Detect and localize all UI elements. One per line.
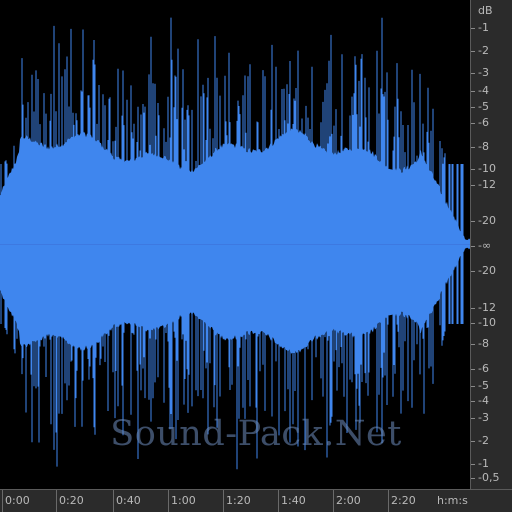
time-label: 2:20	[391, 494, 416, 507]
time-label: 0:40	[116, 494, 141, 507]
db-label: -8	[478, 140, 489, 153]
db-label: -1	[478, 21, 489, 34]
db-label: -∞	[478, 239, 492, 252]
time-ruler[interactable]: 0:00 0:20 0:40 1:00 1:20 1:40 2:00 2:20 h:m:s	[0, 489, 512, 512]
db-tick	[471, 123, 475, 124]
db-tick	[471, 185, 475, 186]
db-tick	[471, 91, 475, 92]
time-tick	[2, 490, 3, 512]
db-label: -10	[478, 316, 496, 329]
db-label: -4	[478, 84, 489, 97]
db-label: -20	[478, 214, 496, 227]
db-label: -5	[478, 379, 489, 392]
time-tick	[223, 490, 224, 512]
time-label: 1:00	[171, 494, 196, 507]
time-tick	[278, 490, 279, 512]
db-tick	[471, 386, 475, 387]
time-tick	[56, 490, 57, 512]
db-label: -4	[478, 394, 489, 407]
db-tick	[471, 464, 475, 465]
db-tick	[471, 246, 475, 247]
time-label: 0:20	[59, 494, 84, 507]
db-tick	[471, 169, 475, 170]
time-tick	[113, 490, 114, 512]
db-label: -1	[478, 457, 489, 470]
db-tick	[471, 221, 475, 222]
db-tick	[471, 147, 475, 148]
db-label: -2	[478, 44, 489, 57]
time-tick	[333, 490, 334, 512]
db-tick	[471, 28, 475, 29]
db-tick	[471, 401, 475, 402]
db-label: -3	[478, 66, 489, 79]
db-scale: dB -1 -2 -3 -4 -5 -6 -8 -10 -12 -20 -∞ -20 -12 -10 -8 -…	[470, 0, 512, 489]
db-label: -2	[478, 434, 489, 447]
db-tick	[471, 73, 475, 74]
db-label: -12	[478, 301, 496, 314]
db-label: -5	[478, 100, 489, 113]
db-label: -6	[478, 116, 489, 129]
time-label: 1:20	[226, 494, 251, 507]
db-unit-label: dB	[478, 4, 493, 17]
db-tick	[471, 418, 475, 419]
db-tick	[471, 369, 475, 370]
db-tick	[471, 323, 475, 324]
db-label: -20	[478, 264, 496, 277]
db-tick	[471, 478, 475, 479]
db-tick	[471, 308, 475, 309]
time-unit-label: h:m:s	[437, 494, 468, 507]
db-tick	[471, 344, 475, 345]
time-label: 0:00	[5, 494, 30, 507]
time-tick	[168, 490, 169, 512]
db-tick	[471, 271, 475, 272]
db-tick	[471, 107, 475, 108]
db-tick	[471, 51, 475, 52]
time-tick	[388, 490, 389, 512]
time-label: 1:40	[281, 494, 306, 507]
waveform-area[interactable]	[0, 0, 470, 489]
center-line	[0, 244, 470, 245]
db-label: -12	[478, 178, 496, 191]
time-label: 2:00	[336, 494, 361, 507]
db-label: -10	[478, 162, 496, 175]
audio-waveform-viewer[interactable]: dB -1 -2 -3 -4 -5 -6 -8 -10 -12 -20 -∞ -20 -12 -10 -8 -…	[0, 0, 512, 512]
db-label: -8	[478, 337, 489, 350]
db-tick	[471, 441, 475, 442]
db-label: -3	[478, 411, 489, 424]
db-label: -0,5	[478, 471, 500, 484]
db-label: -6	[478, 362, 489, 375]
